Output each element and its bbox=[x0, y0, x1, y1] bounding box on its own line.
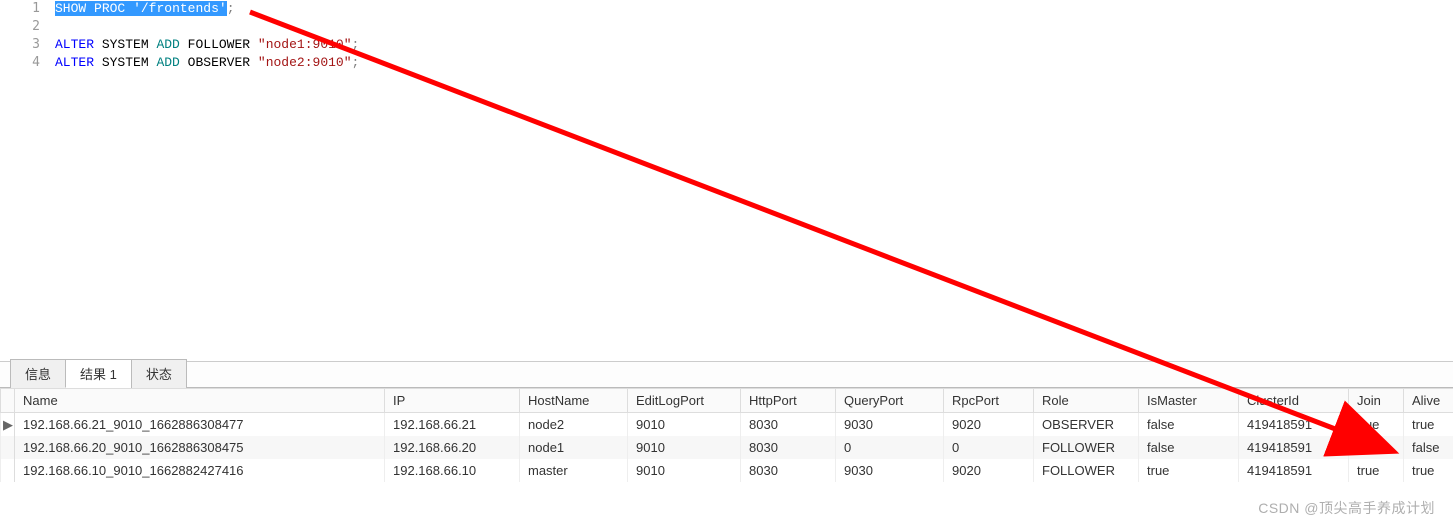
cell[interactable]: node2 bbox=[520, 413, 628, 437]
cell[interactable]: true bbox=[1349, 436, 1404, 459]
code-token bbox=[94, 37, 102, 52]
code-token bbox=[86, 1, 94, 16]
cell[interactable]: master bbox=[520, 459, 628, 482]
table-row[interactable]: 192.168.66.20_9010_1662886308475192.168.… bbox=[1, 436, 1453, 459]
row-marker-header bbox=[1, 389, 15, 413]
cell[interactable]: 9010 bbox=[628, 459, 741, 482]
cell[interactable]: true bbox=[1349, 413, 1404, 437]
col-header[interactable]: EditLogPort bbox=[628, 389, 741, 413]
cell[interactable]: 419418591 bbox=[1239, 413, 1349, 437]
col-header[interactable]: Role bbox=[1034, 389, 1139, 413]
sql-editor[interactable]: 1SHOW PROC '/frontends';23ALTER SYSTEM A… bbox=[0, 0, 1453, 362]
cell[interactable]: 192.168.66.20 bbox=[385, 436, 520, 459]
code-token: ; bbox=[227, 1, 235, 16]
code-token: ; bbox=[352, 37, 360, 52]
cell[interactable]: 192.168.66.21_9010_1662886308477 bbox=[15, 413, 385, 437]
cell[interactable]: 8030 bbox=[741, 413, 836, 437]
row-marker: ▶ bbox=[1, 413, 15, 437]
cell[interactable]: 0 bbox=[836, 436, 944, 459]
col-header[interactable]: RpcPort bbox=[944, 389, 1034, 413]
cell[interactable]: 192.168.66.20_9010_1662886308475 bbox=[15, 436, 385, 459]
results-tabs-bar: 信息结果 1状态 bbox=[0, 362, 1453, 388]
code-token bbox=[180, 37, 188, 52]
cell[interactable]: 192.168.66.21 bbox=[385, 413, 520, 437]
code-token: "node2:9010" bbox=[258, 55, 352, 70]
cell[interactable]: 9020 bbox=[944, 413, 1034, 437]
code-token: SYSTEM bbox=[102, 55, 149, 70]
cell[interactable]: false bbox=[1404, 436, 1453, 459]
grid-header-row: NameIPHostNameEditLogPortHttpPortQueryPo… bbox=[1, 389, 1453, 413]
table-row[interactable]: 192.168.66.10_9010_1662882427416192.168.… bbox=[1, 459, 1453, 482]
code-content[interactable]: SHOW PROC '/frontends'; bbox=[55, 0, 235, 18]
cell[interactable]: true bbox=[1139, 459, 1239, 482]
cell[interactable]: FOLLOWER bbox=[1034, 436, 1139, 459]
code-line[interactable]: 1SHOW PROC '/frontends'; bbox=[0, 0, 1453, 18]
code-line[interactable]: 4ALTER SYSTEM ADD OBSERVER "node2:9010"; bbox=[0, 54, 1453, 72]
tab-信息[interactable]: 信息 bbox=[10, 359, 66, 388]
code-token: ALTER bbox=[55, 37, 94, 52]
code-token: SHOW bbox=[55, 1, 86, 16]
code-token bbox=[250, 55, 258, 70]
code-token bbox=[94, 55, 102, 70]
code-token: ALTER bbox=[55, 55, 94, 70]
code-token bbox=[125, 1, 133, 16]
code-line[interactable]: 2 bbox=[0, 18, 1453, 36]
cell[interactable]: 0 bbox=[944, 436, 1034, 459]
results-grid-wrap[interactable]: NameIPHostNameEditLogPortHttpPortQueryPo… bbox=[0, 388, 1453, 482]
col-header[interactable]: Alive bbox=[1404, 389, 1453, 413]
code-token: "node1:9010" bbox=[258, 37, 352, 52]
cell[interactable]: node1 bbox=[520, 436, 628, 459]
cell[interactable]: 9010 bbox=[628, 436, 741, 459]
cell[interactable]: 9020 bbox=[944, 459, 1034, 482]
watermark: CSDN @顶尖高手养成计划 bbox=[1258, 498, 1435, 518]
cell[interactable]: 8030 bbox=[741, 436, 836, 459]
col-header[interactable]: IP bbox=[385, 389, 520, 413]
cell[interactable]: 8030 bbox=[741, 459, 836, 482]
code-token: OBSERVER bbox=[188, 55, 250, 70]
code-line[interactable]: 3ALTER SYSTEM ADD FOLLOWER "node1:9010"; bbox=[0, 36, 1453, 54]
cell[interactable]: 9030 bbox=[836, 413, 944, 437]
cell[interactable]: false bbox=[1139, 413, 1239, 437]
code-token: ADD bbox=[156, 37, 179, 52]
cell[interactable]: 9010 bbox=[628, 413, 741, 437]
cell[interactable]: 9030 bbox=[836, 459, 944, 482]
results-grid[interactable]: NameIPHostNameEditLogPortHttpPortQueryPo… bbox=[0, 388, 1453, 482]
code-token: SYSTEM bbox=[102, 37, 149, 52]
code-token bbox=[250, 37, 258, 52]
line-number: 2 bbox=[0, 18, 55, 36]
col-header[interactable]: Name bbox=[15, 389, 385, 413]
cell[interactable]: true bbox=[1404, 413, 1453, 437]
cell[interactable]: true bbox=[1349, 459, 1404, 482]
col-header[interactable]: QueryPort bbox=[836, 389, 944, 413]
table-row[interactable]: ▶192.168.66.21_9010_1662886308477192.168… bbox=[1, 413, 1453, 437]
cell[interactable]: FOLLOWER bbox=[1034, 459, 1139, 482]
code-token: ; bbox=[352, 55, 360, 70]
row-marker bbox=[1, 436, 15, 459]
code-content[interactable]: ALTER SYSTEM ADD OBSERVER "node2:9010"; bbox=[55, 54, 359, 72]
tab-状态[interactable]: 状态 bbox=[131, 359, 187, 388]
col-header[interactable]: IsMaster bbox=[1139, 389, 1239, 413]
cell[interactable]: 419418591 bbox=[1239, 436, 1349, 459]
code-content[interactable]: ALTER SYSTEM ADD FOLLOWER "node1:9010"; bbox=[55, 36, 359, 54]
col-header[interactable]: ClusterId bbox=[1239, 389, 1349, 413]
cell[interactable]: false bbox=[1139, 436, 1239, 459]
code-token: PROC bbox=[94, 1, 125, 16]
code-token: '/frontends' bbox=[133, 1, 227, 16]
cell[interactable]: true bbox=[1404, 459, 1453, 482]
code-token: ADD bbox=[156, 55, 179, 70]
line-number: 3 bbox=[0, 36, 55, 54]
cell[interactable]: 419418591 bbox=[1239, 459, 1349, 482]
code-token: FOLLOWER bbox=[188, 37, 250, 52]
row-marker bbox=[1, 459, 15, 482]
cell[interactable]: 192.168.66.10 bbox=[385, 459, 520, 482]
line-number: 1 bbox=[0, 0, 55, 18]
col-header[interactable]: HttpPort bbox=[741, 389, 836, 413]
tab-结果 1[interactable]: 结果 1 bbox=[65, 359, 132, 388]
line-number: 4 bbox=[0, 54, 55, 72]
col-header[interactable]: HostName bbox=[520, 389, 628, 413]
code-token bbox=[180, 55, 188, 70]
cell[interactable]: OBSERVER bbox=[1034, 413, 1139, 437]
col-header[interactable]: Join bbox=[1349, 389, 1404, 413]
cell[interactable]: 192.168.66.10_9010_1662882427416 bbox=[15, 459, 385, 482]
